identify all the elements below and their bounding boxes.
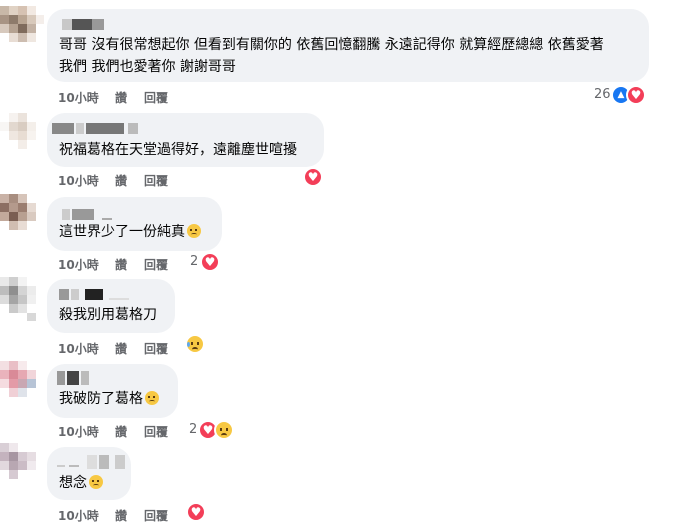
comment-time[interactable]: 10小時	[58, 172, 99, 189]
reaction-summary[interactable]	[186, 502, 210, 522]
comment-time[interactable]: 10小時	[58, 340, 99, 357]
sad-face-icon	[214, 420, 234, 440]
heart-icon	[303, 167, 323, 187]
commenter-name[interactable]	[57, 455, 127, 469]
comment-item: 想念 10小時 讚 回覆	[0, 443, 679, 525]
comment-bubble: 祝福葛格在天堂過得好，遠離塵世喧擾	[47, 113, 324, 167]
like-button[interactable]: 讚	[115, 172, 127, 189]
comment-time[interactable]: 10小時	[58, 256, 99, 273]
comment-time[interactable]: 10小時	[58, 507, 99, 524]
pensive-face-icon	[89, 475, 103, 489]
reaction-summary[interactable]: 2	[190, 252, 222, 272]
comment-text: 殺我別用葛格刀	[59, 307, 157, 323]
comment-item: 殺我別用葛格刀 10小時 讚 回覆	[0, 275, 679, 359]
comment-text: 哥哥 沒有很常想起你 但看到有關你的 依舊回憶翻騰 永遠記得你 就算經歷總總 依…	[59, 37, 604, 75]
avatar[interactable]	[0, 113, 44, 157]
comment-item: 這世界少了一份純真 10小時 讚 回覆 2	[0, 190, 679, 275]
like-button[interactable]: 讚	[115, 507, 127, 524]
reaction-count: 2	[190, 254, 199, 269]
comment-bubble: 哥哥 沒有很常想起你 但看到有關你的 依舊回憶翻騰 永遠記得你 就算經歷總總 依…	[47, 9, 649, 82]
reaction-summary[interactable]: 2	[189, 420, 237, 440]
like-button[interactable]: 讚	[115, 340, 127, 357]
like-button[interactable]: 讚	[115, 256, 127, 273]
comment-bubble: 想念	[47, 447, 131, 500]
like-button[interactable]: 讚	[115, 423, 127, 440]
reply-button[interactable]: 回覆	[144, 89, 168, 106]
commenter-name[interactable]	[62, 19, 104, 30]
reply-button[interactable]: 回覆	[144, 340, 168, 357]
comment-time[interactable]: 10小時	[58, 423, 99, 440]
comment-text: 想念	[59, 472, 103, 494]
comment-text: 我破防了葛格	[59, 388, 159, 410]
comment-text: 祝福葛格在天堂過得好，遠離塵世喧擾	[59, 142, 297, 158]
commenter-name[interactable]	[52, 123, 152, 134]
reply-button[interactable]: 回覆	[144, 423, 168, 440]
avatar[interactable]	[0, 361, 44, 405]
avatar[interactable]	[0, 6, 44, 50]
like-button[interactable]: 讚	[115, 89, 127, 106]
commenter-name[interactable]	[59, 289, 129, 300]
comment-bubble: 我破防了葛格	[47, 364, 178, 418]
commenter-name[interactable]	[62, 209, 122, 220]
comment-text: 這世界少了一份純真	[59, 221, 201, 243]
comment-bubble: 這世界少了一份純真	[47, 197, 222, 251]
comment-item: 哥哥 沒有很常想起你 但看到有關你的 依舊回憶翻騰 永遠記得你 就算經歷總總 依…	[0, 0, 679, 105]
commenter-name[interactable]	[57, 371, 97, 385]
reaction-summary[interactable]: 26	[594, 85, 654, 105]
reaction-count: 26	[594, 87, 611, 102]
heart-icon	[626, 85, 646, 105]
reply-button[interactable]: 回覆	[144, 256, 168, 273]
crying-face-icon	[145, 391, 159, 405]
reply-button[interactable]: 回覆	[144, 507, 168, 524]
comment-bubble: 殺我別用葛格刀	[47, 279, 175, 333]
comment-item: 祝福葛格在天堂過得好，遠離塵世喧擾 10小時 讚 回覆	[0, 105, 679, 190]
comment-item: 我破防了葛格 10小時 讚 回覆 2	[0, 359, 679, 443]
reaction-count: 2	[189, 422, 198, 437]
comment-time[interactable]: 10小時	[58, 89, 99, 106]
avatar[interactable]	[0, 194, 44, 238]
reaction-summary[interactable]	[303, 167, 327, 187]
avatar[interactable]	[0, 443, 44, 487]
heart-icon	[200, 252, 220, 272]
reaction-summary[interactable]	[185, 334, 209, 354]
heart-icon	[186, 502, 206, 522]
avatar[interactable]	[0, 277, 44, 321]
crying-face-icon	[187, 224, 201, 238]
reply-button[interactable]: 回覆	[144, 172, 168, 189]
